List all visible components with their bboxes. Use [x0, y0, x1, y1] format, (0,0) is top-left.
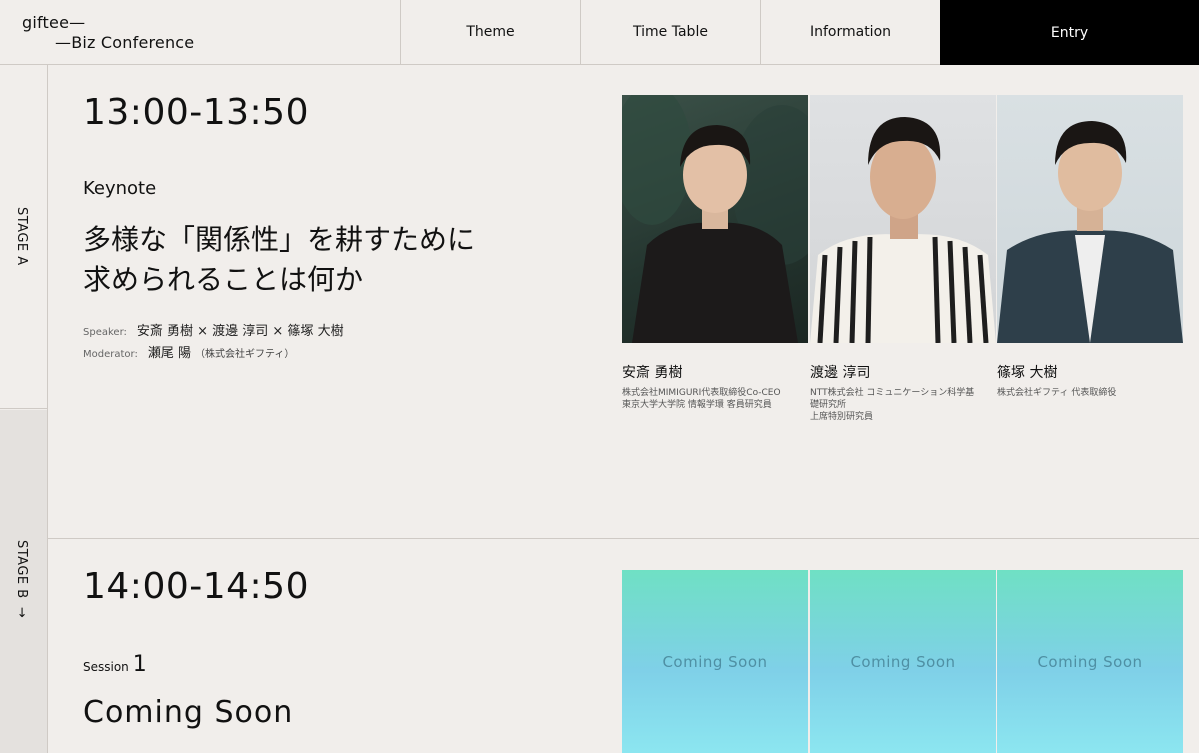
stage-b-label: STAGE B → [14, 540, 29, 618]
coming-soon-card-2: Coming Soon [810, 570, 996, 753]
moderator-row: Moderator: 瀬尾 陽 （株式会社ギフティ） [83, 342, 294, 361]
session-divider [48, 538, 1199, 539]
speaker-row: Speaker: 安斎 勇樹 × 渡邊 淳司 × 篠塚 大樹 [83, 320, 344, 339]
session1-time: 13:00-13:50 [83, 92, 309, 133]
stage-b-text: STAGE B [14, 540, 29, 599]
speaker-name-3: 篠塚 大樹 [997, 365, 1058, 381]
session2-title: Coming Soon [83, 695, 294, 730]
tab-stage-a[interactable]: STAGE A [0, 65, 47, 409]
session2-kind-label: Session [83, 660, 129, 674]
session2-kind-number: 1 [132, 652, 147, 677]
site-header: giftee— —Biz Conference Theme Time Table… [0, 0, 1199, 65]
moderator-name: 瀬尾 陽 [147, 346, 191, 361]
speaker-desc-line: 礎研究所 [810, 400, 847, 410]
logo[interactable]: giftee— —Biz Conference [0, 0, 400, 64]
session1-title: 多様な「関係性」を耕すために 求められることは何か [83, 220, 553, 300]
person-photo-icon [997, 121, 1183, 343]
speaker-desc-line: 上席特別研究員 [810, 412, 874, 422]
logo-line2: —Biz Conference [55, 33, 195, 52]
arrow-down-icon: → [14, 606, 29, 619]
speaker-photo-3 [997, 95, 1183, 343]
stage-a-label: STAGE A [14, 207, 29, 266]
speaker-desc-line: 東京大学大学院 情報学環 客員研究員 [622, 400, 772, 410]
speaker-label: Speaker: [83, 327, 127, 338]
speaker-desc-2: NTT株式会社 コミュニケーション科学基 礎研究所 上席特別研究員 [810, 387, 1000, 423]
logo-line1: giftee— [22, 13, 86, 32]
speaker-photo-2 [810, 95, 996, 343]
speaker-desc-1: 株式会社MIMIGURI代表取締役Co-CEO 東京大学大学院 情報学環 客員研… [622, 387, 812, 411]
session1-title-line2: 求められることは何か [83, 263, 364, 296]
speaker-desc-3: 株式会社ギフティ 代表取締役 [997, 387, 1187, 399]
speaker-desc-line: 株式会社ギフティ 代表取締役 [997, 388, 1117, 398]
session1-title-line1: 多様な「関係性」を耕すために [83, 223, 476, 256]
session2-kind: Session 1 [83, 652, 147, 677]
speaker-names: 安斎 勇樹 × 渡邊 淳司 × 篠塚 大樹 [136, 324, 344, 339]
entry-button[interactable]: Entry [940, 0, 1199, 65]
stage-sidebar: STAGE A STAGE B → [0, 65, 48, 753]
coming-soon-card-1: Coming Soon [622, 570, 808, 753]
tab-stage-b[interactable]: STAGE B → [0, 410, 47, 753]
nav-information[interactable]: Information [760, 0, 940, 64]
speaker-name-2: 渡邊 淳司 [810, 365, 871, 381]
session1-kind: Keynote [83, 178, 157, 199]
speaker-desc-line: 株式会社MIMIGURI代表取締役Co-CEO [622, 388, 781, 398]
speaker-name-1: 安斎 勇樹 [622, 365, 683, 381]
speaker-desc-line: NTT株式会社 コミュニケーション科学基 [810, 388, 975, 398]
nav-theme[interactable]: Theme [400, 0, 580, 64]
nav-time-table[interactable]: Time Table [580, 0, 760, 64]
session2-time: 14:00-14:50 [83, 566, 309, 607]
speaker-photo-1 [622, 95, 808, 343]
person-photo-icon [622, 95, 808, 343]
moderator-affiliation: （株式会社ギフティ） [194, 349, 295, 360]
person-photo-icon [810, 117, 996, 343]
coming-soon-card-3: Coming Soon [997, 570, 1183, 753]
moderator-label: Moderator: [83, 349, 138, 360]
